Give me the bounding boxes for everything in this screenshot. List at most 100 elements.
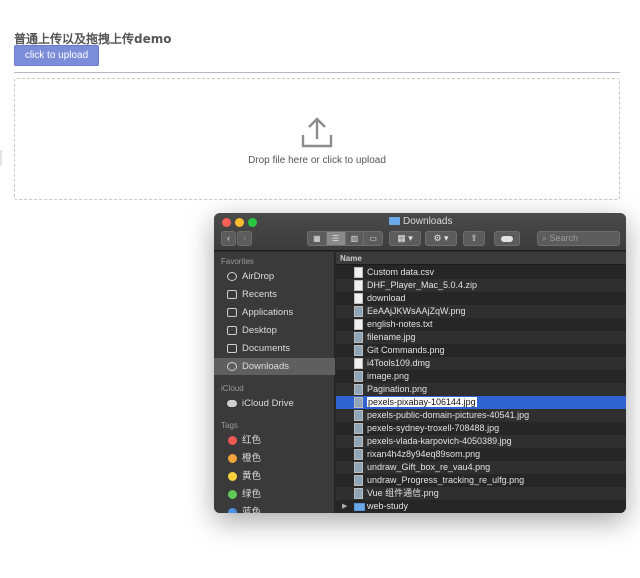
file-row[interactable]: pexels-pixabay-106144.jpg [336, 396, 626, 409]
desktop-icon [227, 326, 237, 335]
tag-label: 红色 [242, 435, 262, 446]
tag-dot-icon [228, 508, 237, 513]
file-row[interactable]: english-notes.txt [336, 318, 626, 331]
document-icon [354, 280, 363, 291]
column-view-button[interactable]: ▥ [346, 232, 365, 245]
tag-label: 橙色 [242, 453, 262, 464]
finder-sidebar: Favorites AirDrop Recents Applications D… [214, 252, 335, 513]
file-row[interactable]: pexels-sydney-troxell-708488.jpg [336, 422, 626, 435]
file-row[interactable]: pexels-vlada-karpovich-4050389.jpg [336, 435, 626, 448]
file-row[interactable]: undraw_Progress_tracking_re_ulfg.png [336, 474, 626, 487]
image-file-icon [354, 306, 363, 317]
upload-icon [301, 117, 333, 148]
sidebar-item-downloads[interactable]: Downloads [214, 358, 335, 375]
sidebar-item-icloud-drive[interactable]: iCloud Drive [214, 395, 335, 412]
file-name: Vue 组件通信.png [367, 488, 439, 498]
file-row[interactable]: rixan4h4z8y94eq89som.png [336, 448, 626, 461]
image-file-icon [354, 488, 363, 499]
image-file-icon [354, 397, 363, 408]
file-row[interactable]: image.png [336, 370, 626, 383]
sidebar-item-label: Desktop [242, 325, 277, 336]
search-field[interactable]: ⌕ Search [537, 231, 620, 246]
file-name: Custom data.csv [367, 267, 435, 277]
gallery-view-button[interactable]: ▭ [364, 232, 382, 245]
sidebar-item-label: Downloads [242, 361, 289, 372]
sidebar-item-label: iCloud Drive [242, 398, 294, 409]
sidebar-item-recents[interactable]: Recents [214, 286, 335, 303]
file-row[interactable]: ▶ web-study [336, 500, 626, 513]
document-icon [354, 267, 363, 278]
file-name: undraw_Gift_box_re_vau4.png [367, 462, 491, 472]
action-gear-button[interactable]: ⚙ ▾ [425, 231, 457, 246]
sidebar-tag-red[interactable]: 红色 [214, 432, 335, 449]
column-header-name[interactable]: Name [336, 252, 626, 265]
file-name: undraw_Progress_tracking_re_ulfg.png [367, 475, 525, 485]
sidebar-item-airdrop[interactable]: AirDrop [214, 268, 335, 285]
file-row[interactable]: Pagination.png [336, 383, 626, 396]
finder-titlebar: Downloads ‹ › ▦ ☰ ▥ ▭ ▦ ▾ ⚙ ▾ ⇪ ⌕ Search [214, 213, 626, 251]
file-name: Git Commands.png [367, 345, 445, 355]
zoom-window-button[interactable] [248, 218, 257, 227]
sidebar-tag-green[interactable]: 绿色 [214, 486, 335, 503]
sidebar-tag-orange[interactable]: 橙色 [214, 450, 335, 467]
file-row[interactable]: Git Commands.png [336, 344, 626, 357]
file-name: web-study [367, 501, 409, 511]
airdrop-icon [227, 272, 237, 281]
list-view-button[interactable]: ☰ [326, 232, 346, 245]
share-button[interactable]: ⇪ [463, 231, 485, 246]
icon-view-button[interactable]: ▦ [308, 232, 327, 245]
tag-dot-icon [228, 436, 237, 445]
drop-text: Drop file here or click to upload [248, 155, 386, 166]
download-icon [227, 362, 237, 371]
file-row[interactable]: download [336, 292, 626, 305]
favorites-header: Favorites [221, 257, 254, 266]
file-row[interactable]: i4Tools109.dmg [336, 357, 626, 370]
back-button[interactable]: ‹ [221, 231, 236, 246]
file-name: english-notes.txt [367, 319, 433, 329]
image-file-icon [354, 423, 363, 434]
minimize-window-button[interactable] [235, 218, 244, 227]
sidebar-tag-yellow[interactable]: 黄色 [214, 468, 335, 485]
image-file-icon [354, 384, 363, 395]
tag-dot-icon [228, 454, 237, 463]
file-row[interactable]: DHF_Player_Mac_5.0.4.zip [336, 279, 626, 292]
document-icon [354, 319, 363, 330]
applications-icon [227, 308, 237, 317]
sidebar-tag-blue[interactable]: 蓝色 [214, 504, 335, 513]
divider [14, 72, 620, 73]
file-name: pexels-public-domain-pictures-40541.jpg [367, 410, 530, 420]
window-title-text: Downloads [403, 216, 453, 227]
sidebar-item-documents[interactable]: Documents [214, 340, 335, 357]
file-name: image.png [367, 371, 410, 381]
file-row[interactable]: filename.jpg [336, 331, 626, 344]
sidebar-item-label: Documents [242, 343, 291, 354]
file-row[interactable]: undraw_Gift_box_re_vau4.png [336, 461, 626, 474]
file-row[interactable]: Custom data.csv [336, 266, 626, 279]
file-row[interactable]: EeAAjJKWsAAjZqW.png [336, 305, 626, 318]
disclosure-triangle-icon[interactable]: ▶ [342, 500, 347, 513]
sidebar-item-label: Applications [242, 307, 294, 318]
window-title: Downloads [389, 216, 452, 227]
image-file-icon [354, 410, 363, 421]
click-to-upload-button[interactable]: click to upload [14, 45, 99, 66]
file-name: EeAAjJKWsAAjZqW.png [367, 306, 466, 316]
tag-button[interactable] [494, 231, 520, 246]
file-name: pexels-pixabay-106144.jpg [366, 396, 478, 408]
image-file-icon [354, 436, 363, 447]
file-name: Pagination.png [367, 384, 428, 394]
edge-marker [0, 150, 2, 166]
image-file-icon [354, 332, 363, 343]
group-by-button[interactable]: ▦ ▾ [389, 231, 421, 246]
file-row[interactable]: Vue 组件通信.png [336, 487, 626, 500]
file-row[interactable]: pexels-public-domain-pictures-40541.jpg [336, 409, 626, 422]
file-name: download [367, 293, 406, 303]
forward-button[interactable]: › [237, 231, 252, 246]
sidebar-item-applications[interactable]: Applications [214, 304, 335, 321]
close-window-button[interactable] [222, 218, 231, 227]
image-file-icon [354, 345, 363, 356]
sidebar-item-label: AirDrop [242, 271, 275, 282]
document-icon [354, 293, 363, 304]
sidebar-item-desktop[interactable]: Desktop [214, 322, 335, 339]
folder-icon [354, 503, 365, 511]
image-file-icon [354, 475, 363, 486]
